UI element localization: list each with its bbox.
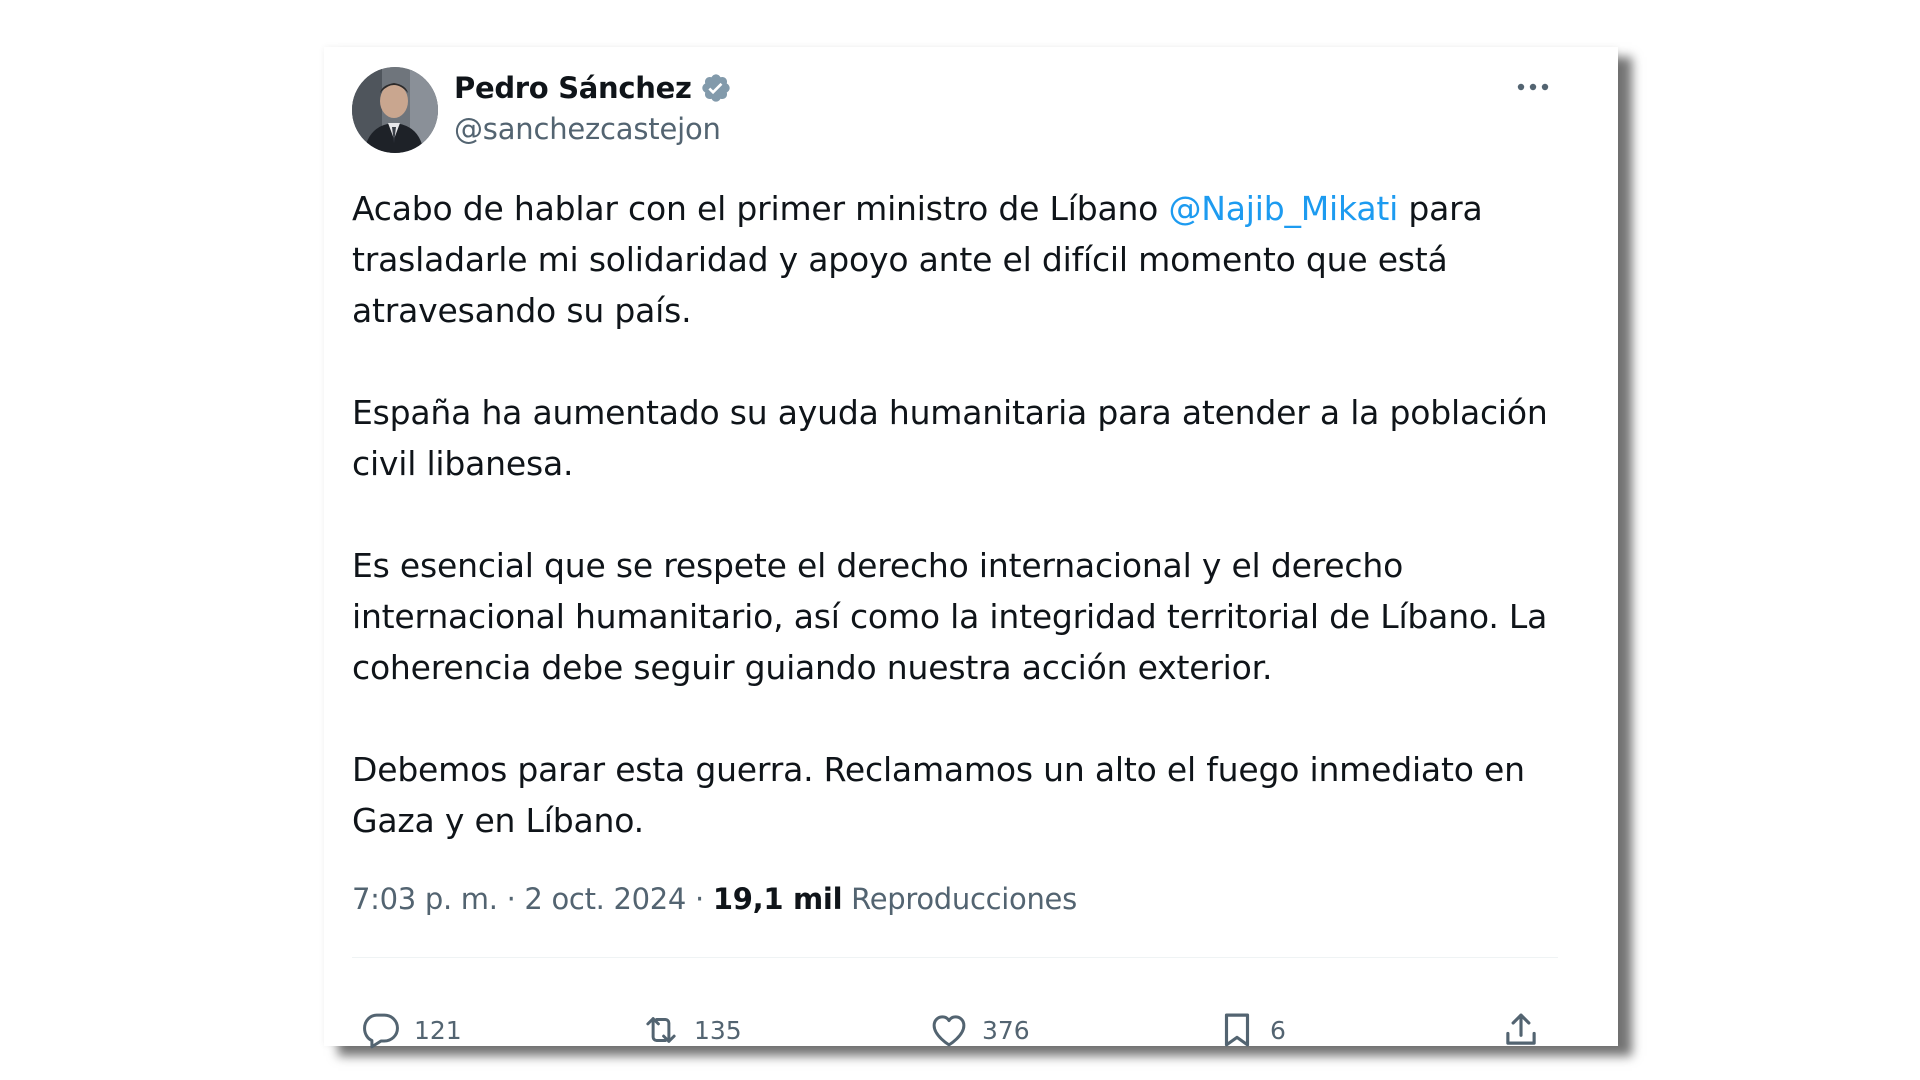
tweet-actions: 121 135 376 6	[360, 1009, 1580, 1053]
reply-button[interactable]: 121	[360, 1009, 462, 1051]
retweet-button[interactable]: 135	[640, 1009, 742, 1051]
bookmark-button[interactable]: 6	[1216, 1009, 1286, 1051]
tweet-paragraph-2: España ha aumentado su ayuda humanitaria…	[352, 393, 1548, 483]
reply-count: 121	[414, 1015, 462, 1045]
tweet-meta: 7:03 p. m. · 2 oct. 2024 · 19,1 mil Repr…	[352, 882, 1077, 916]
author-display-name[interactable]: Pedro Sánchez	[454, 71, 692, 105]
mention-link[interactable]: @Najib_Mikati	[1168, 189, 1398, 228]
meta-separator: ·	[695, 882, 704, 916]
tweet-card: Pedro Sánchez @sanchezcastejon Acabo de …	[324, 47, 1618, 1049]
views-label: Reproducciones	[851, 882, 1077, 916]
share-icon	[1500, 1009, 1542, 1051]
avatar[interactable]	[352, 67, 438, 153]
reply-icon	[360, 1009, 402, 1051]
verified-badge-icon	[700, 72, 732, 104]
share-button[interactable]	[1500, 1009, 1542, 1051]
tweet-text: Acabo de hablar con el primer ministro d…	[352, 183, 1582, 846]
divider	[352, 957, 1558, 958]
heart-icon	[928, 1009, 970, 1051]
tweet-time[interactable]: 7:03 p. m.	[352, 882, 498, 916]
bookmark-count: 6	[1270, 1015, 1286, 1045]
author-handle[interactable]: @sanchezcastejon	[454, 112, 721, 146]
meta-separator: ·	[506, 882, 516, 916]
tweet-date[interactable]: 2 oct. 2024	[524, 882, 686, 916]
screenshot-stage: Pedro Sánchez @sanchezcastejon Acabo de …	[0, 0, 1920, 1080]
like-button[interactable]: 376	[928, 1009, 1030, 1051]
bookmark-icon	[1216, 1009, 1258, 1051]
tweet-paragraph-4: Debemos parar esta guerra. Reclamamos un…	[352, 750, 1525, 840]
like-count: 376	[982, 1015, 1030, 1045]
retweet-count: 135	[694, 1015, 742, 1045]
tweet-paragraph-1-before: Acabo de hablar con el primer ministro d…	[352, 189, 1169, 228]
tweet-paragraph-1: Acabo de hablar con el primer ministro d…	[352, 183, 1582, 336]
more-icon[interactable]	[1516, 77, 1550, 97]
retweet-icon	[640, 1009, 682, 1051]
tweet-paragraph-3: Es esencial que se respete el derecho in…	[352, 546, 1548, 687]
views-count: 19,1 mil	[712, 882, 843, 916]
author-name-row: Pedro Sánchez	[454, 71, 732, 105]
